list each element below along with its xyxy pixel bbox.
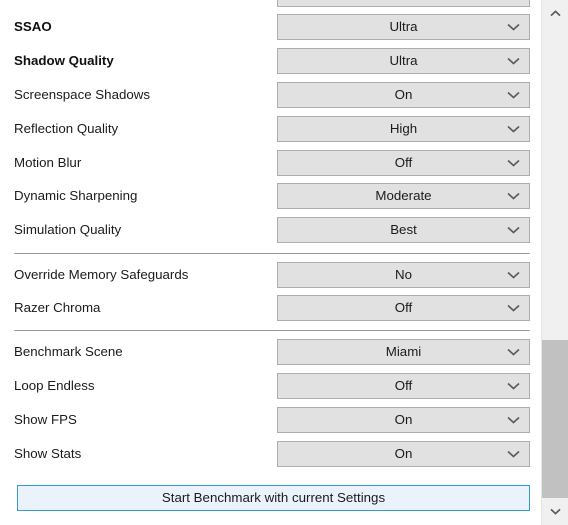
setting-dropdown[interactable]: Ultra [277,14,530,40]
start-benchmark-button[interactable]: Start Benchmark with current Settings [17,485,530,511]
setting-dropdown-value: Ultra [389,53,418,68]
settings-row: Show FPS On [0,407,541,433]
settings-row: Dynamic Sharpening Moderate [0,183,541,209]
settings-row: Override Memory Safeguards No [0,262,541,288]
settings-row: Benchmark Scene Miami [0,339,541,365]
setting-dropdown[interactable]: Off [277,373,530,399]
setting-label: Loop Endless [14,378,95,393]
setting-label: SSAO [14,19,52,34]
setting-label: Reflection Quality [14,121,119,136]
setting-label: Benchmark Scene [14,344,123,359]
setting-dropdown-value: On [394,412,413,427]
settings-row: Simulation Quality Best [0,217,541,243]
section-separator-2 [14,330,530,331]
vertical-scrollbar[interactable] [541,0,568,525]
setting-label: Simulation Quality [14,222,122,237]
setting-dropdown[interactable]: High [277,116,530,142]
setting-label: Screenspace Shadows [14,87,151,102]
setting-dropdown-partial-value [278,0,529,6]
section-separator-1 [14,253,530,254]
setting-label: Motion Blur [14,155,82,170]
scroll-up-button[interactable] [542,0,568,27]
setting-dropdown[interactable]: Moderate [277,183,530,209]
settings-row: SSAO Ultra [0,14,541,40]
setting-label: Show FPS [14,412,77,427]
setting-dropdown-value: On [394,446,413,461]
settings-panel-window: SSAO Ultra Shadow Quality Ultra Screenspace … [0,0,568,525]
setting-dropdown[interactable]: Miami [277,339,530,365]
setting-dropdown[interactable]: Best [277,217,530,243]
setting-label: Razer Chroma [14,300,101,315]
setting-dropdown[interactable]: Off [277,150,530,176]
setting-dropdown[interactable]: On [277,441,530,467]
setting-dropdown-value: Moderate [375,188,432,203]
setting-dropdown-value: Ultra [389,19,418,34]
scroll-down-button[interactable] [542,498,568,525]
setting-dropdown-value: No [395,267,412,282]
setting-dropdown[interactable]: Ultra [277,48,530,74]
setting-dropdown[interactable]: No [277,262,530,288]
settings-row: Reflection Quality High [0,116,541,142]
setting-dropdown-value: Miami [385,344,422,359]
setting-dropdown-value: On [394,87,413,102]
setting-dropdown-partial[interactable] [277,0,530,7]
setting-dropdown-value: Best [390,222,417,237]
settings-row: Motion Blur Off [0,150,541,176]
settings-row: Loop Endless Off [0,373,541,399]
setting-dropdown[interactable]: On [277,82,530,108]
settings-row: Razer Chroma Off [0,295,541,321]
settings-scroll-area: SSAO Ultra Shadow Quality Ultra Screenspace … [0,0,541,525]
setting-dropdown-value: Off [394,378,413,393]
setting-label: Override Memory Safeguards [14,267,189,282]
setting-dropdown[interactable]: On [277,407,530,433]
settings-row: Screenspace Shadows On [0,82,541,108]
setting-dropdown-value: Off [394,155,413,170]
setting-label: Dynamic Sharpening [14,188,138,203]
scrollbar-thumb[interactable] [542,340,568,505]
chevron-up-icon [550,10,561,17]
chevron-down-icon [550,508,561,515]
setting-dropdown-value: High [389,121,418,136]
setting-dropdown-value: Off [394,300,413,315]
setting-dropdown[interactable]: Off [277,295,530,321]
settings-row: Shadow Quality Ultra [0,48,541,74]
settings-row: Show Stats On [0,441,541,467]
setting-label: Shadow Quality [14,53,114,68]
setting-label: Show Stats [14,446,82,461]
